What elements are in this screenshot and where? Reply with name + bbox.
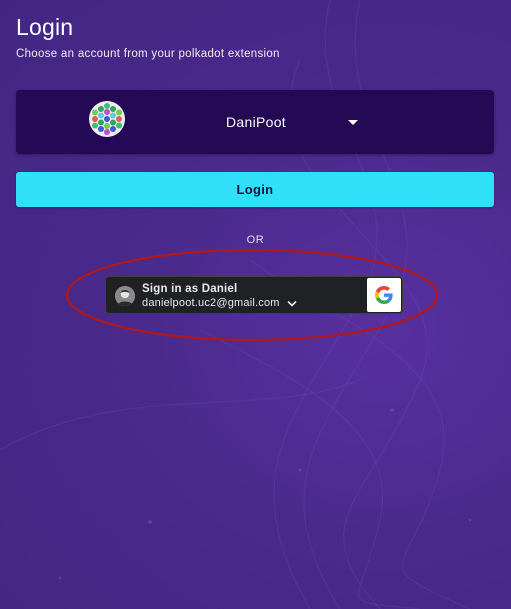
- login-button[interactable]: Login: [16, 172, 494, 207]
- polkadot-identicon-icon: [89, 101, 125, 137]
- page-title: Login: [16, 14, 74, 40]
- or-divider: OR: [246, 234, 265, 246]
- account-name: DaniPoot: [226, 114, 286, 130]
- caret-down-icon: [348, 120, 358, 125]
- account-selector[interactable]: DaniPoot: [16, 90, 494, 154]
- page-subtitle: Choose an account from your polkadot ext…: [16, 48, 280, 60]
- annotation-highlight-ellipse: [65, 248, 439, 342]
